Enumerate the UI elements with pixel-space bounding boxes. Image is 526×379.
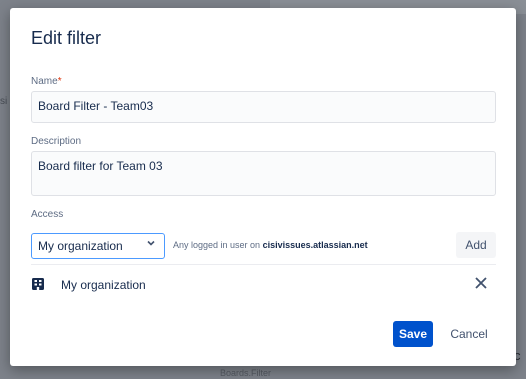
background-text-fragment-left: si: [0, 96, 8, 107]
access-info-domain: cisivissues.atlassian.net: [262, 240, 368, 250]
access-select[interactable]: My organization: [31, 233, 165, 259]
access-info-prefix: Any logged in user on: [173, 240, 261, 250]
edit-filter-dialog: Edit filter Name* Board Filter - Team03 …: [10, 8, 516, 366]
building-icon: [31, 277, 45, 291]
save-button[interactable]: Save: [393, 321, 433, 347]
name-label: Name*: [31, 76, 62, 87]
description-label: Description: [31, 136, 82, 147]
access-info-text: Any logged in user on cisivissues.atlass…: [173, 240, 368, 250]
shared-with-item: My organization: [31, 276, 496, 298]
divider: [31, 264, 496, 265]
name-label-text: Name: [31, 76, 58, 87]
required-marker: *: [57, 76, 62, 87]
description-textarea[interactable]: Board filter for Team 03: [31, 151, 496, 196]
access-label: Access: [31, 209, 64, 220]
shared-with-label: My organization: [61, 278, 146, 292]
background-text-fragment-bottom: Boards.Filter: [220, 368, 272, 378]
name-input[interactable]: Board Filter - Team03: [31, 91, 496, 123]
cancel-button[interactable]: Cancel: [446, 321, 492, 347]
chevron-down-icon: [146, 238, 156, 251]
remove-access-close-icon[interactable]: [474, 274, 488, 295]
access-select-value: My organization: [38, 239, 123, 253]
dialog-title: Edit filter: [31, 28, 102, 48]
add-button[interactable]: Add: [456, 232, 496, 258]
